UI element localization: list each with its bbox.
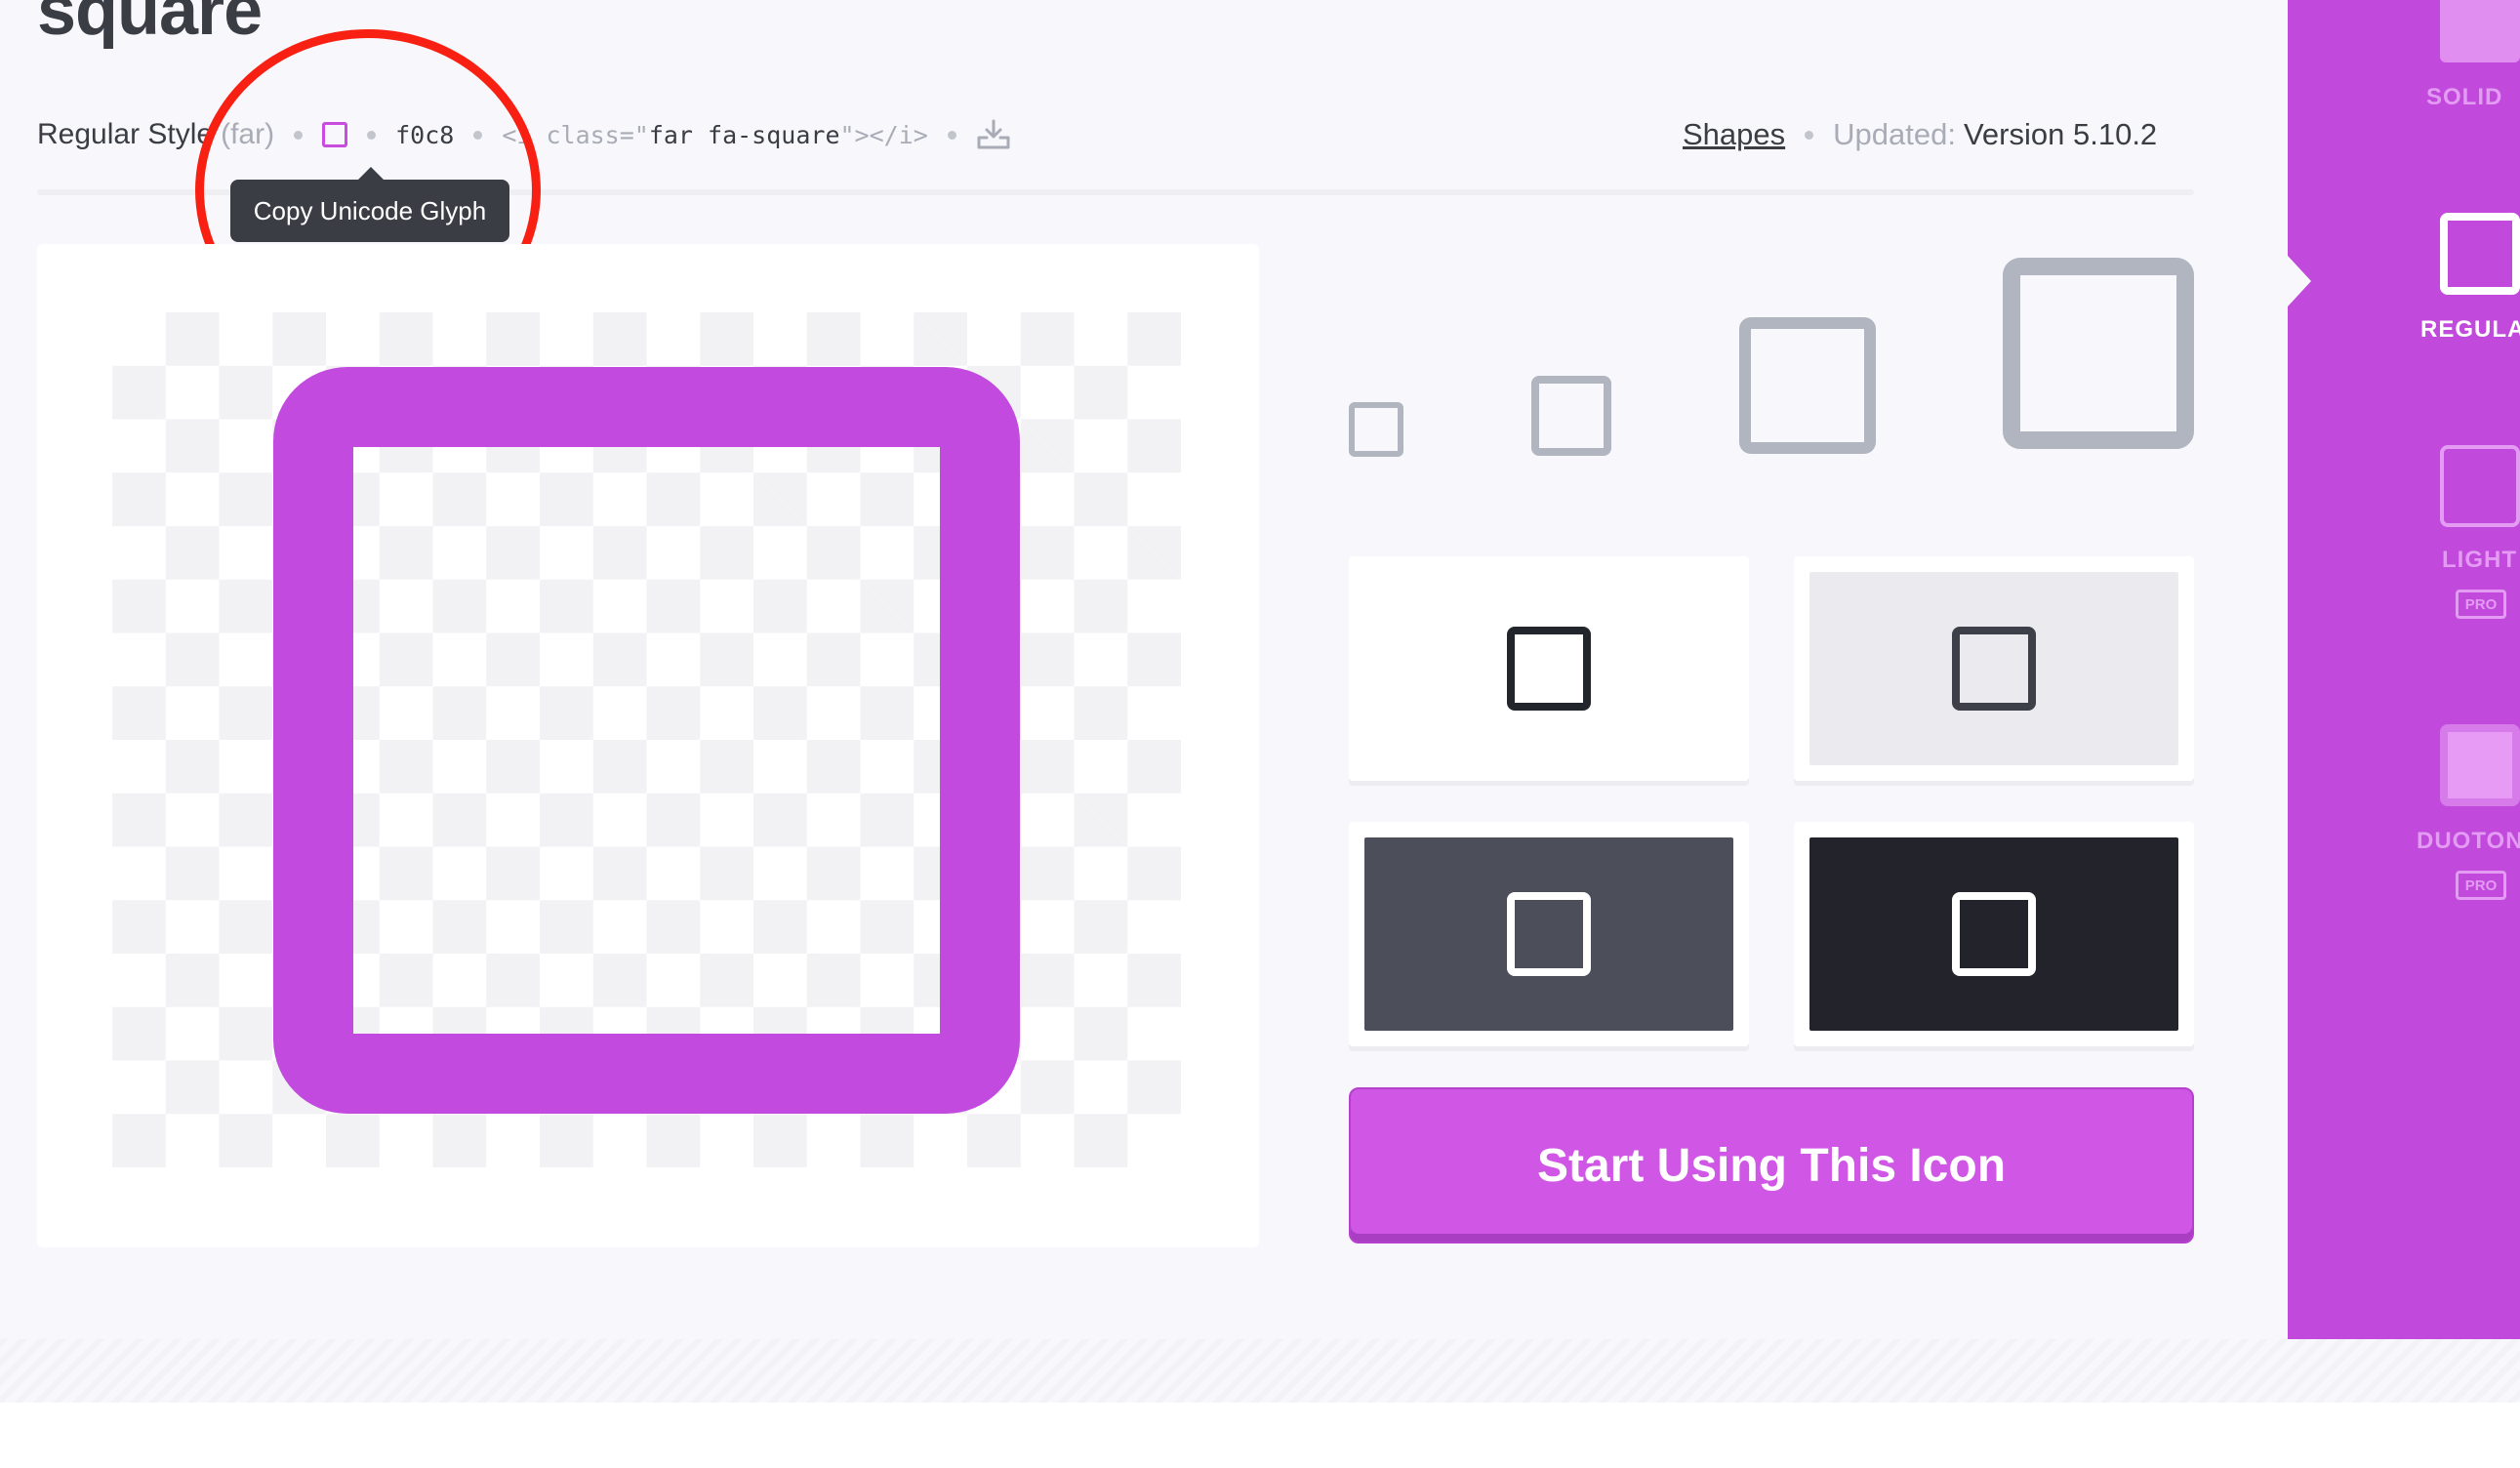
active-style-indicator [2288,256,2311,306]
square-icon [1507,627,1591,711]
regular-square-icon [2440,213,2520,295]
start-using-icon-button[interactable]: Start Using This Icon [1349,1087,2194,1244]
updated-label: Updated: [1833,117,1956,151]
style-tab-label: SOLID [2426,84,2503,110]
square-icon-large-preview [273,367,1020,1114]
html-snippet[interactable]: <i class="far fa-square"></i> [502,121,928,149]
square-icon-size-md [1739,317,1876,454]
square-icon [1507,892,1591,976]
square-icon-size-sm [1531,376,1611,456]
style-label: Regular Style [37,118,214,150]
pro-badge: PRO [2456,871,2506,900]
separator-dot [947,130,956,140]
theme-tile-black [1794,822,2194,1046]
pro-badge: PRO [2456,590,2506,619]
style-tab-label: LIGHT [2442,547,2517,573]
square-icon-size-lg [2003,258,2194,449]
html-snippet-close: "></i> [839,120,928,149]
light-square-icon [2440,445,2520,527]
footer-stripe [0,1339,2520,1403]
square-icon [1952,892,2036,976]
download-svg-icon[interactable] [976,118,1011,151]
theme-tile-dark-gray [1349,822,1749,1046]
solid-square-icon [2440,0,2520,62]
page-title: square [37,0,263,50]
theme-tile-white [1349,556,1749,781]
style-tab-label: REGULAR [2420,316,2520,343]
style-tab-label: DUOTONE [2417,828,2520,854]
duotone-square-icon [2440,724,2520,806]
theme-tile-light-gray [1794,556,2194,781]
square-icon-size-xs [1349,402,1403,457]
square-icon [1952,627,2036,711]
icon-meta-right: Shapes Updated: Version 5.10.2 [1683,113,2157,156]
category-link[interactable]: Shapes [1683,117,1785,152]
html-snippet-classes: far fa-square [648,120,840,149]
style-sidebar: SOLID REGULAR LIGHT PRO DUOTONE PRO [2288,0,2520,1339]
separator-dot [1805,130,1814,140]
updated-version: Version 5.10.2 [1963,117,2158,151]
